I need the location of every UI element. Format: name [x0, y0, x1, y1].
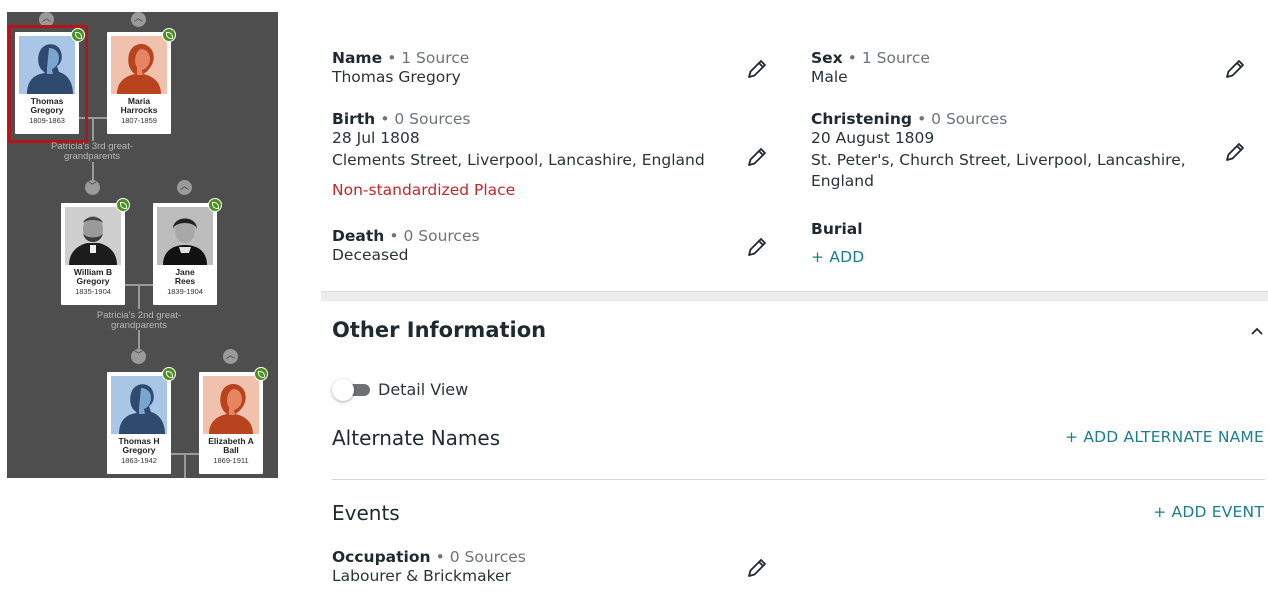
- person-card-william-b-gregory[interactable]: William B Gregory 1835-1904: [61, 203, 125, 305]
- expand-parents-up-icon[interactable]: ︿: [131, 12, 146, 27]
- fact-burial: Burial + ADD: [811, 220, 864, 266]
- add-burial-button[interactable]: + ADD: [811, 248, 864, 266]
- generation-label: Patricia's 3rd great-grandparents: [27, 142, 157, 161]
- fact-label: Name: [332, 49, 383, 67]
- person-last-name: Rees: [174, 276, 196, 286]
- fact-place: Clements Street, Liverpool, Lancashire, …: [332, 150, 705, 169]
- generation-label-line2: grandparents: [111, 319, 167, 331]
- descent-connector: [138, 284, 140, 309]
- couple-connector: [125, 284, 155, 286]
- person-last-name: Gregory: [76, 276, 110, 286]
- person-last-name: Gregory: [122, 445, 156, 455]
- fact-date: 28 Jul 1808: [332, 129, 420, 147]
- person-card-thomas-h-gregory[interactable]: Thomas H Gregory 1863-1942: [107, 372, 171, 474]
- events-heading: Events: [332, 501, 400, 525]
- fact-source-count[interactable]: • 0 Sources: [917, 110, 1007, 128]
- add-alternate-name-button[interactable]: + ADD ALTERNATE NAME: [1065, 428, 1264, 446]
- fact-source-count[interactable]: • 0 Sources: [436, 548, 526, 566]
- detail-view-label: Detail View: [378, 380, 469, 399]
- person-photo: [65, 207, 121, 265]
- fact-birth: Birth • 0 Sources 28 Jul 1808 Clements S…: [332, 109, 705, 199]
- fact-label: Occupation: [332, 548, 431, 566]
- other-information-heading: Other Information: [332, 318, 547, 342]
- person-card-maria-harrocks[interactable]: Maria Harrocks 1807-1859: [107, 32, 171, 134]
- hint-leaf-icon[interactable]: [208, 198, 222, 212]
- person-dates: 1807-1859: [121, 116, 157, 125]
- fact-occupation: Occupation • 0 Sources Labourer & Brickm…: [332, 547, 526, 588]
- fact-label: Death: [332, 227, 385, 245]
- person-card-jane-rees[interactable]: Jane Rees 1839-1904: [153, 203, 217, 305]
- edit-pencil-icon[interactable]: [746, 58, 768, 80]
- detail-view-toggle[interactable]: [332, 379, 372, 401]
- hint-leaf-icon[interactable]: [162, 367, 176, 381]
- fact-label: Sex: [811, 49, 843, 67]
- fact-value: Male: [811, 68, 848, 86]
- fact-date: 20 August 1809: [811, 129, 935, 147]
- fact-source-count[interactable]: • 1 Source: [848, 49, 930, 67]
- fact-source-count[interactable]: • 0 Sources: [380, 110, 470, 128]
- chevron-up-icon[interactable]: ︿: [223, 349, 238, 364]
- chevron-up-icon[interactable]: [1248, 322, 1266, 340]
- fact-source-count[interactable]: • 0 Sources: [389, 227, 479, 245]
- hint-leaf-icon[interactable]: [162, 28, 176, 42]
- fact-label: Birth: [332, 110, 376, 128]
- person-dates: 1869-1911: [213, 456, 249, 465]
- descent-connector: [92, 117, 94, 141]
- edit-pencil-icon[interactable]: [746, 236, 768, 258]
- fact-death: Death • 0 Sources Deceased: [332, 226, 480, 267]
- edit-pencil-icon[interactable]: [746, 557, 768, 579]
- generation-label: Patricia's 2nd great-grandparents: [74, 311, 204, 330]
- alternate-names-heading: Alternate Names: [332, 426, 501, 450]
- fact-sex: Sex • 1 Source Male: [811, 48, 930, 89]
- person-dates: 1863-1942: [121, 456, 157, 465]
- person-last-name: Ball: [223, 445, 239, 455]
- list-divider: [332, 479, 1265, 480]
- generation-label-line2: grandparents: [64, 150, 120, 162]
- person-dates: 1839-1904: [167, 287, 203, 296]
- descent-connector: [92, 162, 94, 182]
- descent-connector: [184, 453, 186, 478]
- male-avatar-icon: [111, 376, 167, 434]
- fact-source-count[interactable]: • 1 Source: [387, 49, 469, 67]
- edit-pencil-icon[interactable]: [746, 146, 768, 168]
- fact-christening: Christening • 0 Sources 20 August 1809 S…: [811, 109, 1186, 193]
- chevron-down-icon[interactable]: ﹀: [85, 180, 100, 195]
- person-dates: 1835-1904: [75, 287, 111, 296]
- chevron-down-icon[interactable]: ﹀: [131, 349, 146, 364]
- edit-pencil-icon[interactable]: [1224, 58, 1246, 80]
- fact-value: Thomas Gregory: [332, 68, 461, 86]
- hint-leaf-icon[interactable]: [254, 367, 268, 381]
- section-divider: [321, 291, 1268, 301]
- couple-connector: [171, 453, 201, 455]
- add-event-button[interactable]: + ADD EVENT: [1153, 503, 1264, 521]
- person-photo: [157, 207, 213, 265]
- family-tree-panel: ︿ ︿ Thomas Gregory 1809-1863 Maria Harrock…: [7, 12, 278, 478]
- fact-place-continued: England: [811, 172, 874, 190]
- person-last-name: Harrocks: [120, 105, 158, 115]
- fact-label: Christening: [811, 110, 912, 128]
- hint-leaf-icon[interactable]: [116, 198, 130, 212]
- descent-connector: [138, 330, 140, 350]
- non-standardized-place-warning[interactable]: Non-standardized Place: [332, 181, 705, 199]
- female-avatar-icon: [203, 376, 259, 434]
- fact-value: Deceased: [332, 246, 409, 264]
- chevron-up-icon[interactable]: ︿: [177, 180, 192, 195]
- edit-pencil-icon[interactable]: [1224, 141, 1246, 163]
- fact-place: St. Peter's, Church Street, Liverpool, L…: [811, 150, 1186, 169]
- person-card-elizabeth-a-ball[interactable]: Elizabeth A Ball 1869-1911: [199, 372, 263, 474]
- female-avatar-icon: [111, 36, 167, 94]
- fact-name: Name • 1 Source Thomas Gregory: [332, 48, 469, 89]
- selected-person-highlight: [8, 25, 88, 143]
- fact-label: Burial: [811, 220, 863, 238]
- fact-value: Labourer & Brickmaker: [332, 567, 511, 585]
